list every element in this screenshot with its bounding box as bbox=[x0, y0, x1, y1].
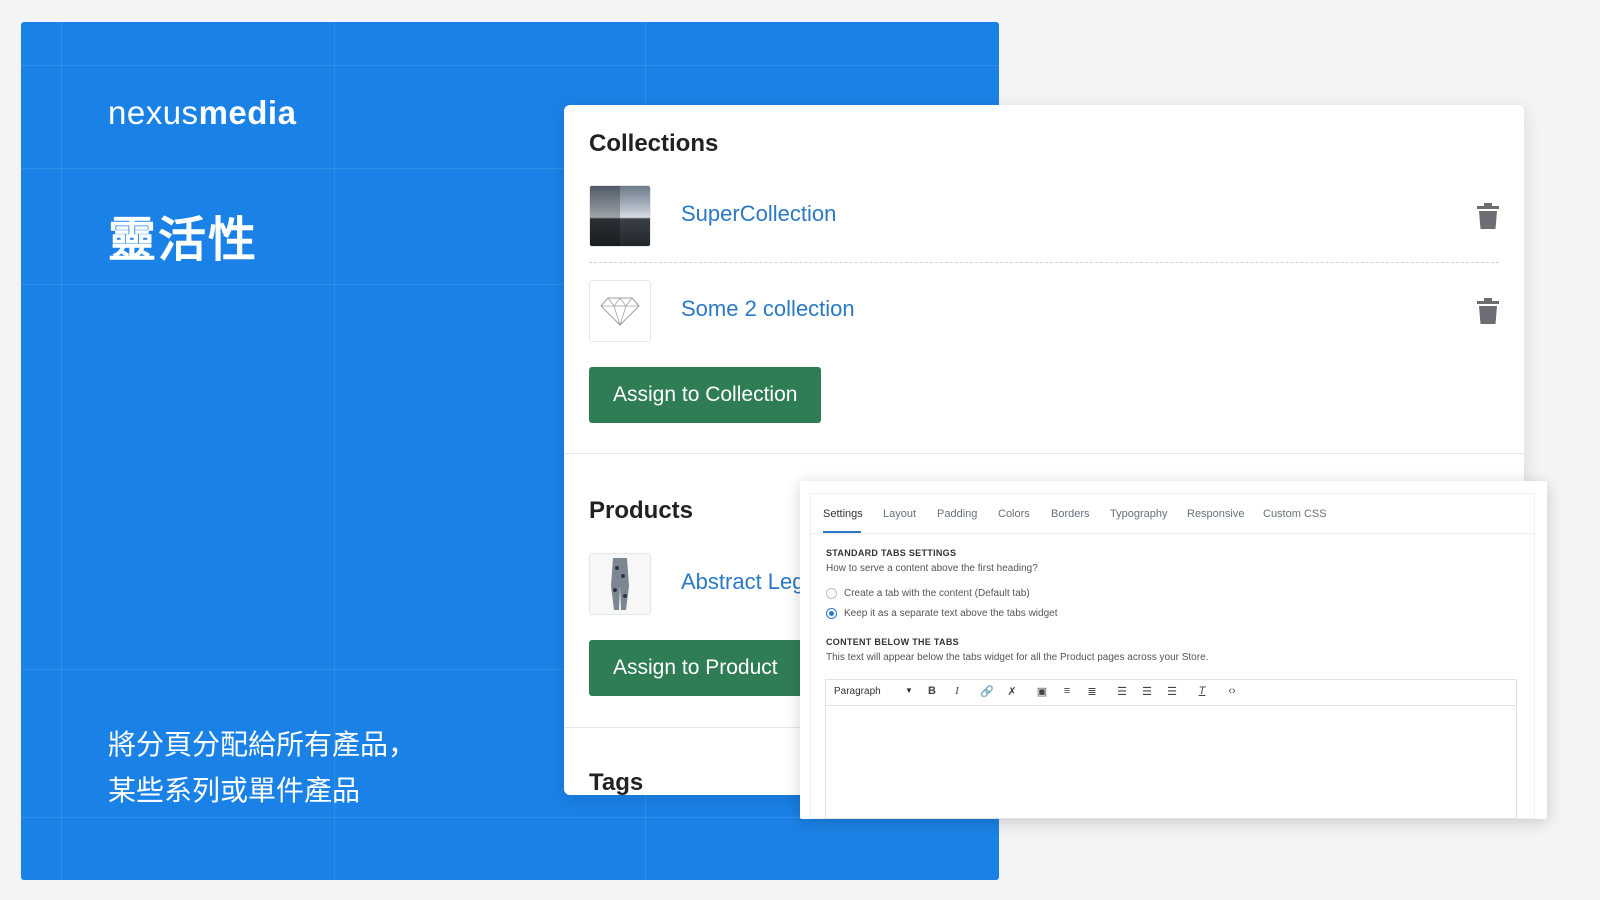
trash-icon[interactable] bbox=[1477, 203, 1499, 229]
option-separate-text-label: Keep it as a separate text above the tab… bbox=[844, 608, 1058, 619]
rich-text-editor[interactable]: Paragraph ▼ B I 🔗 ✗ ▣ ≡ ≣ ☰ ☰ ☰ T ‹› bbox=[825, 679, 1517, 819]
product-thumbnail bbox=[589, 553, 651, 615]
collection-link[interactable]: SuperCollection bbox=[681, 201, 836, 227]
code-icon[interactable]: ‹› bbox=[1224, 685, 1240, 697]
format-select[interactable]: Paragraph bbox=[834, 686, 881, 697]
numbered-list-icon[interactable]: ≣ bbox=[1084, 685, 1100, 698]
editor-toolbar: Paragraph ▼ B I 🔗 ✗ ▣ ≡ ≣ ☰ ☰ ☰ T ‹› bbox=[826, 680, 1516, 706]
tab-colors[interactable]: Colors bbox=[998, 508, 1030, 520]
hero-description: 將分頁分配給所有產品， 某些系列或單件產品 bbox=[108, 722, 416, 814]
link-icon[interactable]: 🔗 bbox=[979, 685, 995, 698]
row-divider bbox=[589, 262, 1499, 263]
settings-panel: Settings Layout Padding Colors Borders T… bbox=[800, 481, 1547, 819]
chevron-down-icon[interactable]: ▼ bbox=[905, 686, 913, 695]
collection-row: Some 2 collection bbox=[589, 280, 1499, 344]
collection-thumbnail bbox=[589, 280, 651, 342]
settings-tabs: Settings Layout Padding Colors Borders T… bbox=[811, 494, 1534, 534]
leggings-image bbox=[611, 558, 629, 610]
tab-responsive[interactable]: Responsive bbox=[1187, 508, 1244, 520]
bold-icon[interactable]: B bbox=[924, 685, 940, 697]
section-divider bbox=[564, 453, 1524, 454]
hero-desc-line-1: 將分頁分配給所有產品， bbox=[108, 729, 417, 760]
collections-title: Collections bbox=[589, 130, 719, 157]
option-default-tab-radio[interactable] bbox=[826, 588, 837, 599]
tags-title: Tags bbox=[589, 769, 644, 795]
logo-light-text: nexus bbox=[108, 94, 199, 131]
grid-line bbox=[61, 22, 62, 880]
tab-settings[interactable]: Settings bbox=[823, 508, 863, 520]
content-below-description: This text will appear below the tabs wid… bbox=[826, 652, 1209, 663]
image-icon[interactable]: ▣ bbox=[1034, 685, 1050, 698]
brand-logo: nexusmedia bbox=[108, 94, 296, 132]
tab-padding[interactable]: Padding bbox=[937, 508, 977, 520]
unlink-icon[interactable]: ✗ bbox=[1004, 685, 1020, 698]
collection-thumbnail bbox=[589, 185, 651, 247]
hero-desc-line-2: 某些系列或單件產品 bbox=[108, 775, 361, 806]
bullet-list-icon[interactable]: ≡ bbox=[1059, 685, 1075, 697]
assign-collection-button[interactable]: Assign to Collection bbox=[589, 367, 822, 423]
assign-product-button[interactable]: Assign to Product bbox=[589, 640, 802, 696]
tab-layout[interactable]: Layout bbox=[883, 508, 916, 520]
option-separate-text-radio[interactable] bbox=[826, 608, 837, 619]
content-below-heading: CONTENT BELOW THE TABS bbox=[826, 637, 959, 647]
collection-link[interactable]: Some 2 collection bbox=[681, 296, 855, 322]
settings-panel-inner: Settings Layout Padding Colors Borders T… bbox=[810, 493, 1535, 819]
grid-line bbox=[21, 65, 999, 66]
product-link[interactable]: Abstract Leg bbox=[681, 569, 805, 595]
align-justify-icon[interactable]: ☰ bbox=[1164, 685, 1180, 698]
collection-row: SuperCollection bbox=[589, 185, 1499, 249]
align-center-icon[interactable]: ☰ bbox=[1139, 685, 1155, 698]
tab-borders[interactable]: Borders bbox=[1051, 508, 1090, 520]
products-title: Products bbox=[589, 497, 694, 524]
italic-icon[interactable]: I bbox=[949, 685, 965, 697]
clear-format-icon[interactable]: T bbox=[1194, 685, 1210, 697]
active-tab-indicator bbox=[823, 531, 861, 533]
tab-typography[interactable]: Typography bbox=[1110, 508, 1167, 520]
hero-title: 靈活性 bbox=[108, 214, 259, 267]
tab-custom-css[interactable]: Custom CSS bbox=[1263, 508, 1327, 520]
option-default-tab-label: Create a tab with the content (Default t… bbox=[844, 588, 1030, 599]
diamond-icon bbox=[600, 297, 640, 326]
standard-tabs-heading: STANDARD TABS SETTINGS bbox=[826, 548, 957, 558]
logo-bold-text: media bbox=[198, 94, 297, 131]
trash-icon[interactable] bbox=[1477, 298, 1499, 324]
align-left-icon[interactable]: ☰ bbox=[1114, 685, 1130, 698]
standard-tabs-question: How to serve a content above the first h… bbox=[826, 563, 1038, 574]
